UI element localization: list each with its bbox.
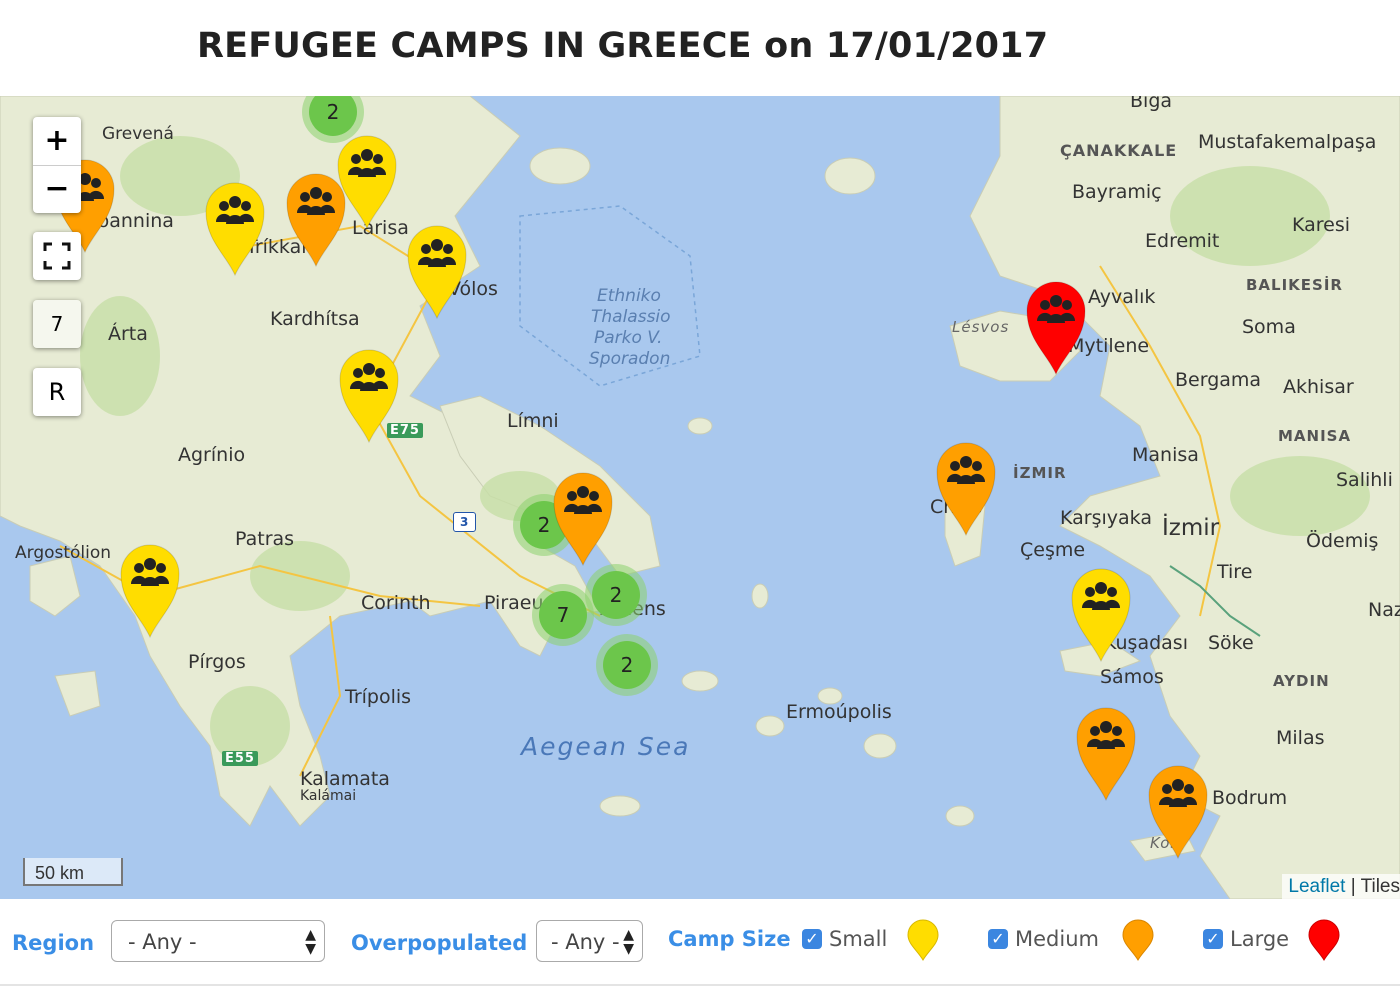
park-label: Ethniko [597,286,661,306]
place-label: Edremit [1145,230,1220,252]
place-label: İZMIR [1013,464,1067,482]
camp-marker-medium[interactable] [1075,705,1137,802]
place-label: Argostólion [15,543,112,563]
attribution: Leaflet | Tiles [1282,874,1400,899]
camp-marker-small[interactable] [336,133,398,230]
zoom-control: + − [33,117,81,213]
place-label: Límni [507,410,559,432]
place-label: Kalámai [300,788,357,804]
large-checkbox[interactable]: ✓ [1203,929,1223,949]
camp-marker-medium[interactable] [935,440,997,537]
attribution-text: | Tiles [1345,876,1400,897]
place-label: Árta [108,323,148,345]
place-label: Mustafakemalpaşa [1198,131,1377,153]
overpopulated-select-value: - Any - [551,930,620,954]
place-label: 3 [453,512,477,532]
camp-marker-small[interactable] [406,223,468,320]
place-label: Bodrum [1212,787,1288,809]
place-label: Söke [1208,632,1254,654]
place-label: Corinth [361,592,431,614]
camp-size-label: Camp Size [668,927,791,951]
place-label: Çeşme [1020,539,1086,561]
place-label: Lésvos [952,318,1010,336]
map[interactable]: Biga ÇANAKKALE Mustafakemalpaşa Bayramiç Edr… [0,96,1400,899]
place-label: Akhisar [1283,376,1354,398]
overpopulated-select[interactable]: - Any - ▲ ▼ [536,920,643,962]
region-select-value: - Any - [128,930,197,954]
park-label: Sporadon [589,349,671,369]
scale-bar: 50 km [23,858,123,886]
place-label: Trípolis [345,686,412,708]
place-label: Naz [1368,599,1400,621]
place-label: Kardhítsa [270,308,360,330]
place-label: Bergama [1175,369,1262,391]
zoom-in-button[interactable]: + [33,118,81,165]
cluster-marker[interactable]: 2 [585,564,647,626]
cluster-count: 2 [309,96,357,136]
place-label: Karşıyaka [1060,507,1152,529]
place-label: Agrínio [178,444,246,466]
region-label: Region [12,931,95,955]
camp-marker-large[interactable] [1025,279,1087,376]
camp-marker-small[interactable] [204,180,266,277]
place-label: Sámos [1100,666,1164,688]
attribution-link[interactable]: Leaflet [1288,876,1345,897]
place-label: Ödemiş [1306,530,1379,552]
camp-marker-medium[interactable] [1147,763,1209,860]
select-arrows-icon: ▲ ▼ [305,927,316,957]
cluster-count: 2 [603,641,651,689]
place-label: Soma [1242,316,1296,338]
place-label: Karesi [1292,214,1351,236]
camp-marker-small[interactable] [119,542,181,639]
park-label: Thalassio [591,307,671,327]
place-label: Ayvalık [1088,286,1156,308]
medium-pin-icon [1122,919,1154,961]
place-label: MANISA [1278,427,1352,445]
filter-bar: Region - Any - ▲ ▼ Overpopulated - Any - … [0,899,1400,991]
medium-checkbox[interactable]: ✓ [988,929,1008,949]
cluster-count: 2 [592,571,640,619]
fullscreen-icon [43,242,71,270]
place-label: Kalamata [300,768,390,790]
fullscreen-button[interactable] [33,232,81,280]
place-label: ÇANAKKALE [1060,141,1178,160]
place-label: AYDIN [1273,672,1330,690]
large-pin-icon [1308,919,1340,961]
camp-marker-small[interactable] [338,347,400,444]
cluster-control-button[interactable]: 7 [33,300,81,348]
select-arrows-icon: ▲ ▼ [623,927,634,957]
place-label: Milas [1276,727,1325,749]
place-label: İzmir [1162,515,1220,541]
place-label: E55 [222,751,258,766]
camp-marker-small[interactable] [1070,566,1132,663]
cluster-marker[interactable]: 2 [596,634,658,696]
camp-marker-medium[interactable] [552,470,614,567]
region-select[interactable]: - Any - ▲ ▼ [111,920,325,962]
small-pin-icon [907,919,939,961]
page-title: REFUGEE CAMPS IN GREECE on 17/01/2017 [197,26,1049,66]
place-label: Ermoúpolis [786,701,892,723]
place-label: Pírgos [188,651,246,673]
place-label: BALIKESİR [1246,276,1343,294]
small-checkbox[interactable]: ✓ [802,929,822,949]
place-label: Tire [1217,561,1253,583]
cluster-count: 7 [539,591,587,639]
place-label: Bayramiç [1072,181,1162,203]
large-label: Large [1230,927,1290,951]
medium-label: Medium [1015,927,1099,951]
overpopulated-label: Overpopulated [351,931,528,955]
small-label: Small [829,927,888,951]
place-label: Salihli [1336,469,1393,491]
zoom-out-button[interactable]: − [33,166,81,213]
sea-label: Aegean Sea [521,732,691,761]
place-label: Grevená [102,124,174,144]
divider [0,984,1400,986]
place-label: Biga [1130,96,1173,112]
park-label: Parko V. [594,328,663,348]
place-label: Manisa [1132,444,1199,466]
place-label: Patras [235,528,295,550]
reset-button[interactable]: R [33,368,81,416]
